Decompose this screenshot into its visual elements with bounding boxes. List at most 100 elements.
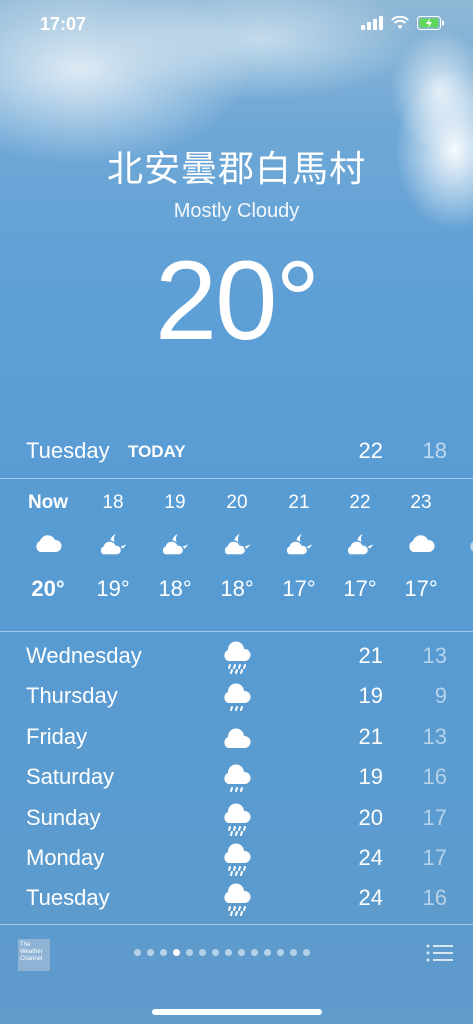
- day-low: 13: [422, 643, 447, 668]
- hour-time: 21: [288, 492, 310, 513]
- page-dot-active[interactable]: [173, 949, 180, 956]
- hour-temp: 20°: [31, 576, 65, 601]
- hour-temp: 19°: [96, 576, 130, 601]
- hour-temp: 18°: [220, 576, 254, 601]
- day-high: 19: [358, 764, 383, 790]
- day-name: Sunday: [26, 804, 101, 830]
- hour-item: 23 17°: [391, 480, 451, 602]
- weather-channel-logo[interactable]: The Weather Channel: [18, 939, 50, 971]
- page-dot[interactable]: [199, 949, 206, 956]
- today-label: TODAY: [128, 442, 186, 461]
- partly-cloudy-night-icon: [269, 532, 329, 562]
- page-dot[interactable]: [225, 949, 232, 956]
- hour-item-partial: [452, 480, 473, 576]
- divider: [0, 631, 473, 632]
- rain-icon: [224, 883, 251, 917]
- page-dot[interactable]: [160, 949, 167, 956]
- day-low: 16: [422, 885, 447, 911]
- hour-time: 18: [102, 492, 124, 513]
- page-dot[interactable]: [147, 949, 154, 956]
- day-name: Wednesday: [26, 643, 142, 668]
- day-high: 21: [358, 723, 383, 749]
- rain-icon: [224, 843, 251, 876]
- hour-temp: 17°: [404, 576, 438, 601]
- hour-item: 18 19°: [83, 480, 143, 602]
- hour-item: 20 18°: [207, 480, 267, 602]
- daily-forecast[interactable]: Wednesday 21 13 Thursday 19 9 Friday 21 …: [0, 637, 473, 920]
- day-low: 13: [422, 723, 447, 749]
- page-dot[interactable]: [238, 949, 245, 956]
- hourly-forecast[interactable]: Now 20° 18 19° 19 18° 20 18° 21 17° 22 1…: [0, 480, 473, 630]
- day-high: 20: [358, 804, 383, 830]
- day-low: 17: [422, 804, 447, 830]
- today-high: 22: [358, 438, 383, 463]
- divider: [0, 478, 473, 479]
- page-indicator[interactable]: [134, 949, 310, 956]
- drizzle-icon: [224, 764, 251, 793]
- page-dot[interactable]: [251, 949, 258, 956]
- day-name: Tuesday: [26, 885, 110, 911]
- cloud-icon: [224, 728, 251, 748]
- today-low: 18: [422, 438, 447, 463]
- drizzle-icon: [224, 683, 251, 712]
- status-bar: 17:07: [0, 0, 473, 50]
- current-condition: Mostly Cloudy: [173, 200, 300, 222]
- hour-item: 19 18°: [145, 480, 205, 602]
- wifi-icon: [391, 16, 409, 29]
- bottom-bar: The Weather Channel: [0, 925, 473, 1024]
- hour-item: Now 20°: [18, 480, 78, 602]
- cloud-icon: [391, 532, 451, 562]
- hour-temp: 17°: [282, 576, 316, 601]
- page-dot[interactable]: [264, 949, 271, 956]
- hour-item: 22 17°: [330, 480, 390, 602]
- page-dot[interactable]: [134, 949, 141, 956]
- city-name: 北安曇郡白馬村: [106, 149, 366, 190]
- day-low: 9: [434, 683, 447, 709]
- hour-time: 22: [349, 492, 371, 513]
- hour-item: 21 17°: [269, 480, 329, 602]
- day-name: Friday: [26, 723, 88, 749]
- day-low: 17: [422, 844, 447, 870]
- day-name: Monday: [26, 844, 105, 870]
- day-name: Thursday: [26, 683, 118, 709]
- daily-row: Wednesday 21 13: [0, 637, 473, 677]
- page-dot[interactable]: [186, 949, 193, 956]
- rain-icon: [224, 803, 251, 836]
- daily-row: Monday 24 17: [0, 839, 473, 879]
- hour-temp: 17°: [343, 576, 377, 601]
- hour-time: 20: [226, 492, 248, 513]
- page-dot[interactable]: [212, 949, 219, 956]
- partly-cloudy-night-icon: [330, 532, 390, 562]
- today-day: Tuesday: [26, 438, 110, 463]
- current-temperature: 20°: [154, 238, 320, 363]
- location-header: 北安曇郡白馬村 Mostly Cloudy: [0, 140, 473, 223]
- system-icons: [361, 16, 445, 30]
- today-summary: Tuesday TODAY 22 18: [0, 430, 473, 474]
- day-high: 21: [358, 643, 383, 668]
- cloud-icon: [18, 532, 78, 562]
- rain-icon: [224, 641, 251, 674]
- day-name: Saturday: [26, 764, 115, 790]
- daily-row: Saturday 19 16: [0, 758, 473, 798]
- day-high: 24: [358, 844, 383, 870]
- daily-row: Tuesday 24 16: [0, 879, 473, 919]
- hour-time: 23: [410, 492, 432, 513]
- battery-charging-icon: [417, 16, 444, 30]
- page-dot[interactable]: [303, 949, 310, 956]
- day-high: 19: [358, 683, 383, 709]
- partly-cloudy-night-icon: [145, 532, 205, 562]
- list-icon[interactable]: [425, 941, 453, 965]
- home-indicator[interactable]: [152, 1009, 322, 1015]
- page-dot[interactable]: [277, 949, 284, 956]
- hour-temp: 18°: [158, 576, 192, 601]
- day-low: 16: [422, 764, 447, 790]
- status-time: 17:07: [40, 14, 87, 34]
- daily-row: Friday 21 13: [0, 718, 473, 758]
- partly-cloudy-night-icon: [207, 532, 267, 562]
- hour-time: 19: [164, 492, 186, 513]
- daily-row: Sunday 20 17: [0, 799, 473, 839]
- signal-icon: [361, 16, 383, 30]
- day-high: 24: [358, 885, 383, 911]
- daily-row: Thursday 19 9: [0, 677, 473, 717]
- page-dot[interactable]: [290, 949, 297, 956]
